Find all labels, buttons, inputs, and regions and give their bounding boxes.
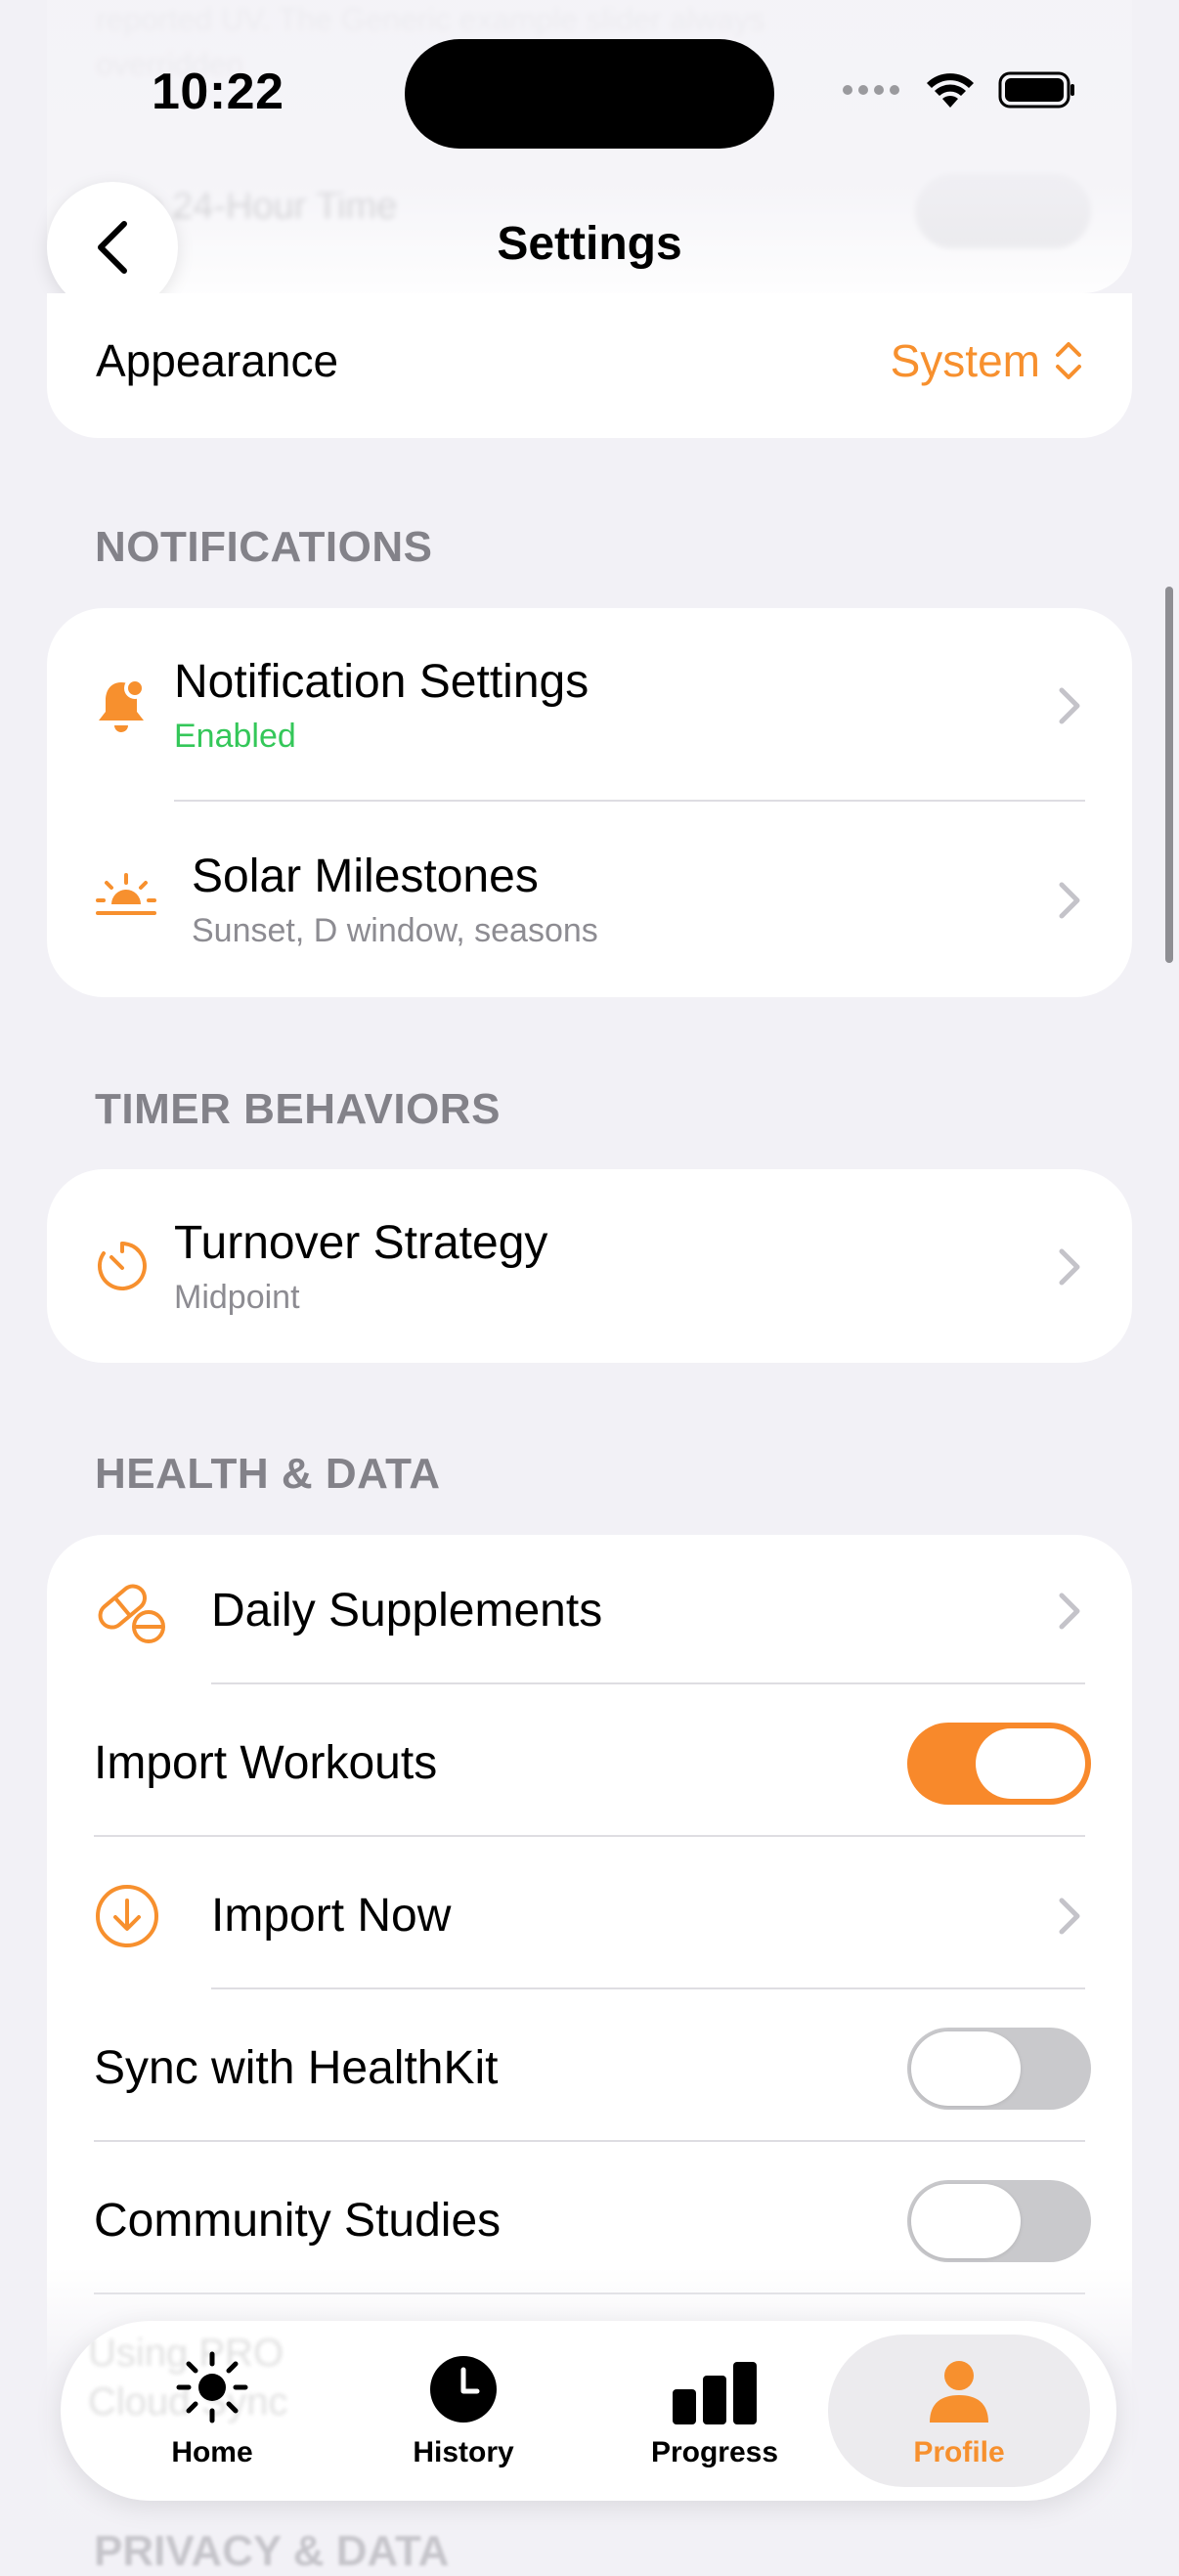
timer-behaviors-card: Turnover Strategy Midpoint — [47, 1169, 1132, 1363]
row-subtitle: Midpoint — [174, 1279, 300, 1316]
status-indicators — [842, 70, 1076, 109]
row-title: Notification Settings — [174, 656, 590, 708]
community-studies-toggle[interactable] — [907, 2180, 1091, 2262]
section-header-health-data: HEALTH & DATA — [95, 1450, 441, 1498]
import-workouts-toggle[interactable] — [907, 1723, 1091, 1805]
sunset-icon — [96, 873, 156, 915]
appearance-label: Appearance — [96, 335, 339, 386]
toggle-knob — [911, 2184, 1021, 2258]
section-header-notifications: NOTIFICATIONS — [95, 523, 433, 571]
row-title: Import Now — [211, 1890, 452, 1942]
toggle-knob — [911, 2031, 1021, 2106]
tab-profile[interactable]: Profile — [828, 2335, 1090, 2487]
pill-icon — [98, 1584, 165, 1643]
page-title: Settings — [497, 218, 682, 270]
clock-icon — [430, 2356, 497, 2423]
tab-label: Profile — [913, 2436, 1005, 2468]
chevron-up-down-icon — [1056, 342, 1081, 379]
row-title: Import Workouts — [94, 1737, 438, 1789]
tab-history[interactable]: History — [336, 2335, 590, 2487]
tab-progress[interactable]: Progress — [588, 2335, 842, 2487]
chevron-right-icon — [1059, 1898, 1080, 1935]
appearance-row[interactable]: Appearance System — [47, 293, 1132, 438]
row-title: Community Studies — [94, 2195, 502, 2247]
sync-healthkit-toggle[interactable] — [907, 2028, 1091, 2110]
download-icon — [96, 1885, 158, 1947]
tab-home[interactable]: Home — [85, 2335, 339, 2487]
notification-settings-row[interactable]: Notification Settings Enabled — [47, 608, 1132, 803]
separator — [174, 800, 1085, 802]
next-section-header-peek: PRIVACY & DATA — [94, 2527, 450, 2575]
separator — [211, 1987, 1085, 1989]
sync-healthkit-row: Sync with HealthKit — [47, 1992, 1132, 2145]
timer-icon — [98, 1242, 147, 1290]
bar-chart-icon — [673, 2362, 757, 2424]
row-title: Daily Supplements — [211, 1585, 603, 1637]
tab-label: History — [413, 2436, 514, 2468]
tab-label: Home — [171, 2436, 253, 2468]
chevron-right-icon — [1059, 687, 1080, 724]
row-subtitle-status: Enabled — [174, 718, 296, 755]
daily-supplements-row[interactable]: Daily Supplements — [47, 1535, 1132, 1687]
import-workouts-row: Import Workouts — [47, 1687, 1132, 1840]
tab-bar: Using PRO Cloud Sync Home History Progre… — [61, 2321, 1116, 2501]
sun-icon — [176, 2351, 248, 2423]
battery-icon — [998, 71, 1074, 109]
solar-milestones-row[interactable]: Solar Milestones Sunset, D window, seaso… — [47, 803, 1132, 997]
chevron-right-icon — [1059, 882, 1080, 919]
person-icon — [930, 2361, 988, 2423]
import-now-row[interactable]: Import Now — [47, 1840, 1132, 1992]
tab-label: Progress — [650, 2436, 779, 2468]
separator — [94, 1835, 1085, 1837]
separator — [94, 2140, 1085, 2142]
appearance-value: System — [890, 335, 1040, 386]
separator — [211, 1682, 1085, 1684]
blurred-text: reported UV. The Generic example slider … — [96, 2, 765, 37]
row-title: Solar Milestones — [192, 851, 539, 902]
appearance-picker[interactable]: System — [891, 334, 1083, 387]
notifications-card: Notification Settings Enabled Solar Mile… — [47, 608, 1132, 997]
toggle-knob — [976, 1728, 1085, 1799]
row-title: Sync with HealthKit — [94, 2042, 499, 2094]
wifi-icon — [927, 73, 974, 108]
scroll-indicator[interactable] — [1165, 587, 1173, 963]
section-header-timer-behaviors: TIMER BEHAVIORS — [95, 1085, 501, 1133]
bell-icon — [99, 677, 146, 732]
chevron-right-icon — [1059, 1593, 1080, 1630]
status-time: 10:22 — [152, 64, 284, 120]
turnover-strategy-row[interactable]: Turnover Strategy Midpoint — [47, 1169, 1132, 1363]
signal-dots-icon — [843, 85, 899, 95]
chevron-right-icon — [1059, 1248, 1080, 1286]
dynamic-island — [405, 39, 774, 149]
row-subtitle: Sunset, D window, seasons — [192, 912, 598, 949]
row-title: Turnover Strategy — [174, 1217, 548, 1269]
